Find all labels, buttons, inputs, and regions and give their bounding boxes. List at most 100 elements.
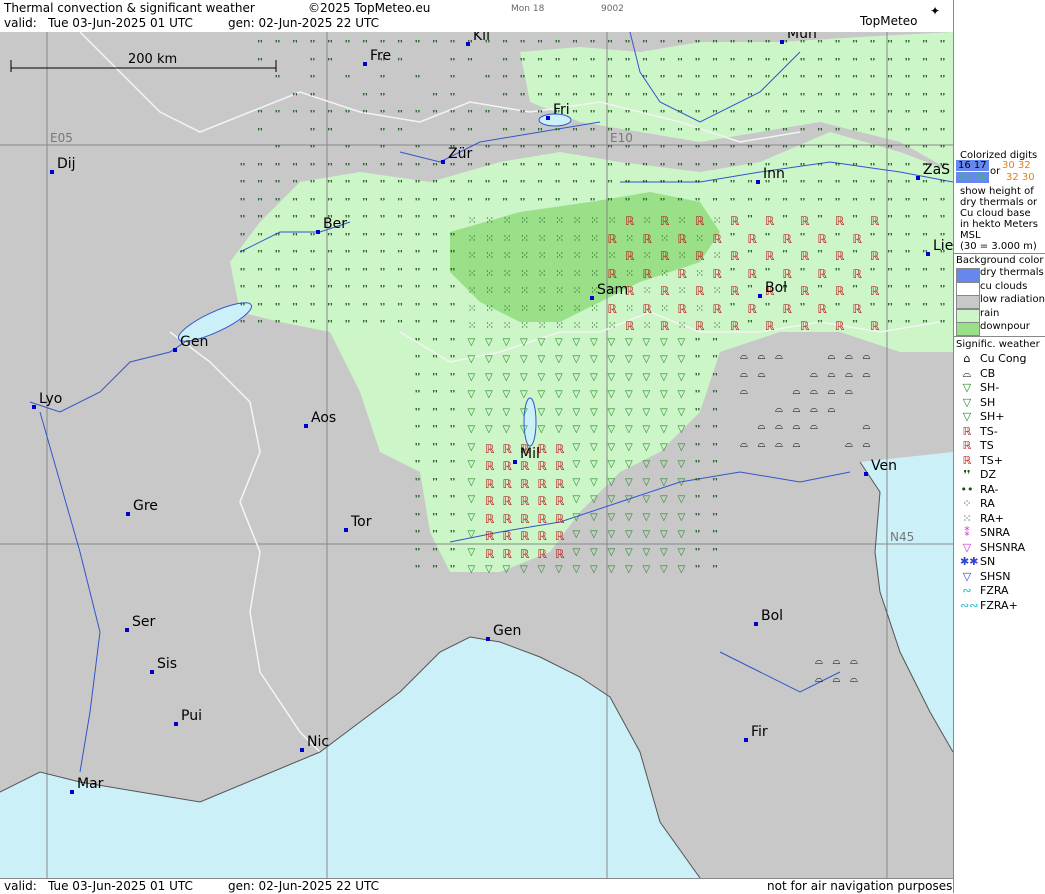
city-label-dij[interactable]: Dij <box>57 156 76 172</box>
thunderstorm-icon: ℝ <box>730 249 740 263</box>
drizzle-icon: ❜❜ <box>800 301 806 311</box>
city-label-sam[interactable]: Sam <box>597 282 628 298</box>
cb-icon: ⌓ <box>792 421 801 432</box>
thunderstorm-icon: ℝ <box>870 319 880 333</box>
drizzle-icon: ❜❜ <box>782 144 788 153</box>
city-label-zas[interactable]: ZaS <box>923 162 950 178</box>
thunderstorm-icon: ℝ <box>537 476 548 491</box>
drizzle-icon: ❜❜ <box>432 336 438 346</box>
heavy-rain-icon: ⁙ <box>520 284 530 297</box>
drizzle-icon: ❜❜ <box>870 231 876 241</box>
heavy-rain-icon: ⁙ <box>502 301 512 315</box>
city-label-mar[interactable]: Mar <box>77 776 103 792</box>
shower-icon: ▽ <box>467 529 476 540</box>
city-label-ber[interactable]: Ber <box>323 216 347 232</box>
drizzle-icon: ❜❜ <box>450 389 456 398</box>
drizzle-icon: ❜❜ <box>502 74 508 83</box>
drizzle-icon: ❜❜ <box>887 284 893 293</box>
drizzle-icon: ❜❜ <box>905 284 911 293</box>
city-label-mil[interactable]: Mil <box>520 446 540 462</box>
shower-icon: ▽ <box>677 546 686 558</box>
drizzle-icon: ❜❜ <box>345 266 351 276</box>
legend-swatch <box>956 308 980 323</box>
drizzle-icon: ❜❜ <box>572 179 578 188</box>
shower-icon: ▽ <box>572 424 581 435</box>
city-label-pui[interactable]: Pui <box>181 708 202 724</box>
drizzle-icon: ❜❜ <box>747 39 753 48</box>
city-label-sis[interactable]: Sis <box>157 656 177 672</box>
drizzle-icon: ❜❜ <box>345 74 351 83</box>
drizzle-icon: ❜❜ <box>800 91 806 101</box>
drizzle-icon: ❜❜ <box>782 249 788 258</box>
drizzle-icon: ❜❜ <box>327 266 333 276</box>
city-label-bol2[interactable]: Bol <box>761 608 783 624</box>
shower-icon: ▽ <box>660 529 668 540</box>
thunderstorm-icon: ℝ <box>520 546 530 561</box>
city-label-tor[interactable]: Tor <box>351 514 372 530</box>
thunderstorm-icon: ℝ <box>695 249 705 263</box>
shower-icon: ▽ <box>642 476 651 488</box>
city-label-fir[interactable]: Fir <box>751 724 768 740</box>
drizzle-icon: ❜❜ <box>607 144 613 153</box>
drizzle-icon: ❜❜ <box>747 214 753 223</box>
drizzle-icon: ❜❜ <box>327 161 333 171</box>
city-label-aos[interactable]: Aos <box>311 410 336 426</box>
city-label-mun[interactable]: Mun <box>787 32 817 42</box>
thunderstorm-icon: ℝ <box>642 301 653 316</box>
shower-icon: ▽ <box>590 371 598 383</box>
city-label-zur[interactable]: Zür <box>448 146 472 162</box>
drizzle-icon: ❜❜ <box>275 266 281 276</box>
drizzle-icon: ❜❜ <box>905 231 911 241</box>
heavy-rain-icon: ⁙ <box>572 319 582 332</box>
shower-icon: ▽ <box>467 564 476 575</box>
cb-icon: ⌓ <box>832 656 841 667</box>
cb-icon: ⌓ <box>827 386 836 397</box>
drizzle-icon: ❜❜ <box>292 91 298 101</box>
drizzle-icon: ❜❜ <box>310 161 316 171</box>
topmeteo-logo[interactable]: TopMeteo <box>860 14 917 28</box>
city-label-gen2[interactable]: Gen <box>493 623 521 639</box>
drizzle-icon: ❜❜ <box>887 74 893 83</box>
drizzle-icon: ❜❜ <box>450 494 456 503</box>
drizzle-icon: ❜❜ <box>817 144 823 153</box>
legend-digits-cu-a: 30 32 <box>1002 160 1031 171</box>
heavy-rain-icon: ⁙ <box>677 249 687 262</box>
shower-icon: ▽ <box>520 424 528 435</box>
drizzle-icon: ❜❜ <box>817 161 823 171</box>
city-label-bol1[interactable]: Bol <box>765 280 787 296</box>
shower-icon: ▽ <box>502 354 511 365</box>
city-label-ven[interactable]: Ven <box>871 458 897 474</box>
weather-map[interactable]: ❜❜ ❜❜ ❜❜ ❜❜ ❜❜ ❜❜ ❜❜ ❜❜ ❜❜ ❜❜ ❜❜ ❜❜ ❜❜ ❜❜ ❜❜ ❜❜ ❜❜ ❜❜ ❜❜ ❜❜… <box>0 32 953 878</box>
shower-icon: ▽ <box>625 354 633 365</box>
cb-icon: ⌓ <box>862 368 871 380</box>
drizzle-icon: ❜❜ <box>415 266 421 276</box>
city-label-gre[interactable]: Gre <box>133 498 158 514</box>
heavy-rain-icon: ⁙ <box>590 301 600 315</box>
city-label-inn[interactable]: Inn <box>763 166 785 182</box>
city-label-lyo[interactable]: Lyo <box>39 391 62 407</box>
drizzle-icon: ❜❜ <box>345 301 351 311</box>
shower-icon: ▽ <box>625 546 633 558</box>
city-label-lie[interactable]: Lie <box>933 238 953 254</box>
legend-swatch <box>956 268 980 282</box>
drizzle-icon: ❜❜ <box>450 284 456 293</box>
drizzle-icon: ❜❜ <box>642 39 648 48</box>
drizzle-icon: ❜❜ <box>467 126 473 136</box>
drizzle-icon: ❜❜ <box>380 144 386 153</box>
city-label-ser[interactable]: Ser <box>132 614 155 630</box>
city-label-gen1[interactable]: Gen <box>180 334 208 350</box>
city-label-fri[interactable]: Fri <box>553 102 570 118</box>
shower-icon: ▽ <box>642 371 651 383</box>
city-label-nic[interactable]: Nic <box>307 734 329 750</box>
drizzle-icon: ❜❜ <box>765 301 771 311</box>
drizzle-icon: ❜❜ <box>520 39 526 48</box>
drizzle-icon: ❜❜ <box>275 249 281 258</box>
thunderstorm-icon: ℝ <box>712 231 723 246</box>
shower-icon: ▽ <box>625 529 633 540</box>
heavy-rain-icon: ⁙ <box>590 266 600 280</box>
shower-icon: ▽ <box>467 424 476 435</box>
shower-icon: ▽ <box>467 389 476 400</box>
city-label-kli[interactable]: Kli <box>473 32 490 44</box>
drizzle-icon: ❜❜ <box>415 161 421 171</box>
city-label-fre[interactable]: Fre <box>370 48 391 64</box>
